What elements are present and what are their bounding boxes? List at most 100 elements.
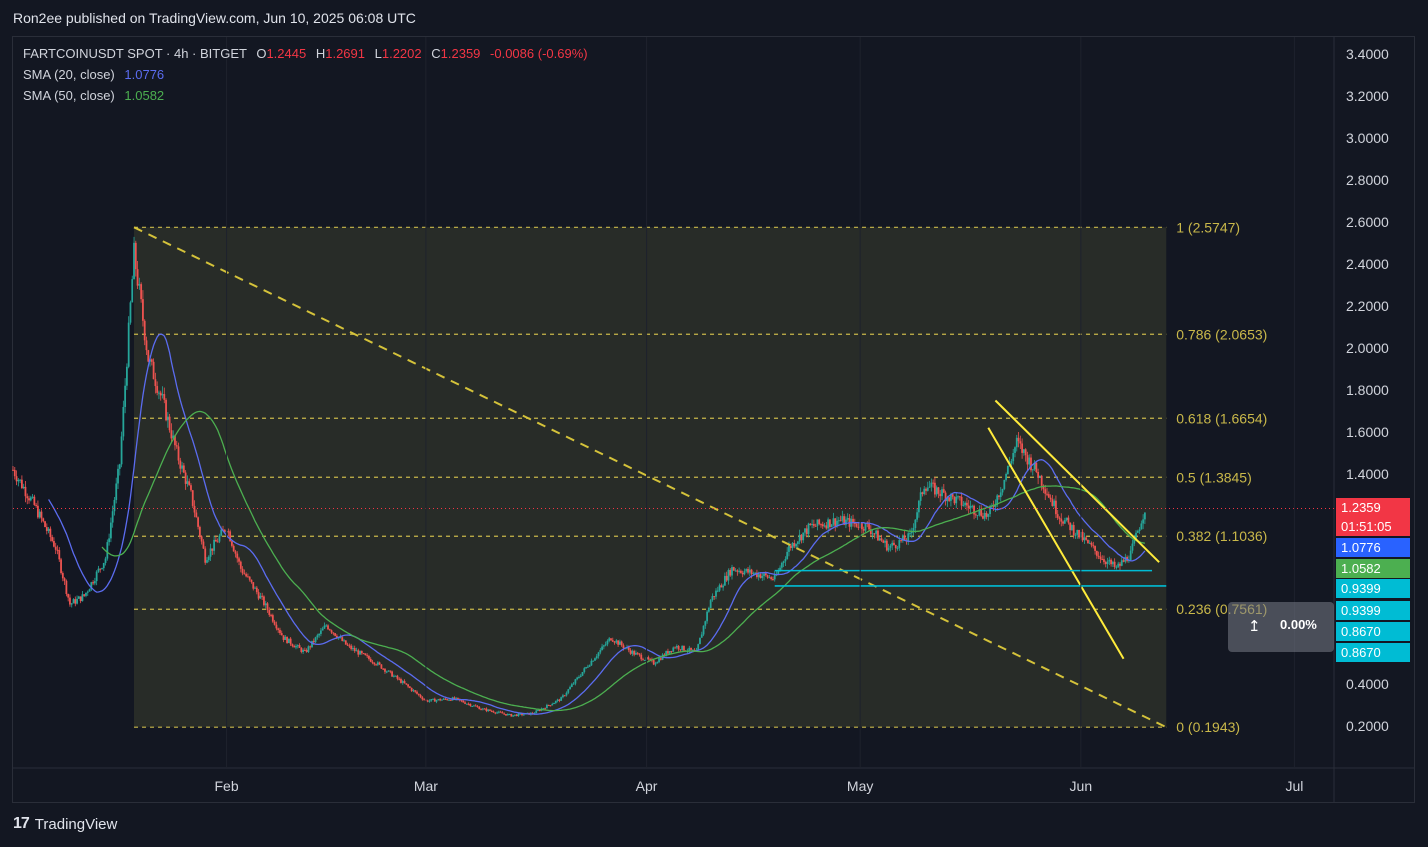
candle-body: [1047, 494, 1050, 498]
candle-body: [63, 578, 66, 581]
candle-body: [464, 702, 466, 704]
candle-body: [416, 691, 418, 694]
candle-body: [69, 597, 71, 605]
candle-body: [129, 302, 132, 323]
candle-body: [29, 497, 32, 501]
candle-body: [33, 496, 36, 505]
candle-body: [916, 512, 919, 520]
y-tick-label: 3.2000: [1346, 88, 1389, 104]
candle-body: [432, 698, 434, 700]
fib-level-label-0.5: 0.5 (1.3845): [1176, 469, 1252, 485]
candle-body: [554, 700, 557, 703]
candle-body: [928, 486, 931, 488]
candle-body: [798, 534, 801, 542]
candle-body: [428, 700, 431, 702]
y-tick-label: 1.4000: [1346, 466, 1389, 482]
candle-body: [638, 653, 641, 655]
y-tick-label: 2.0000: [1346, 340, 1389, 356]
candle-body: [597, 652, 600, 657]
candle-body: [359, 651, 361, 655]
candle-body: [489, 709, 491, 711]
candle-body: [296, 645, 299, 647]
tradingview-logo[interactable]: 17 TradingView: [13, 815, 117, 833]
candle-body: [268, 610, 271, 615]
candle-body: [412, 690, 415, 692]
candle-body: [633, 650, 636, 655]
candle-body: [583, 668, 586, 673]
candle-body: [743, 571, 746, 575]
candle-body: [181, 465, 183, 469]
candle-body: [941, 489, 943, 497]
candle-body: [481, 708, 484, 710]
price-chart[interactable]: 1 (2.5747) 0.786 (2.0653) 0.618 (1.6654) 0.…: [0, 0, 1428, 847]
candle-body: [150, 359, 153, 362]
candle-body: [184, 472, 187, 484]
candle-body: [142, 299, 144, 321]
legend-sma50[interactable]: SMA (50, close) 1.0582: [23, 88, 164, 103]
candle-body: [42, 518, 45, 522]
candle-body: [1095, 550, 1098, 556]
candle-body: [987, 514, 990, 517]
candle-body: [683, 645, 685, 651]
candle-body: [12, 469, 14, 471]
candle-body: [334, 633, 337, 636]
candle-body: [332, 632, 335, 634]
candle-body: [1055, 500, 1057, 515]
candle-body: [145, 340, 148, 351]
y-tick-label: 1.8000: [1346, 382, 1389, 398]
candle-body: [444, 698, 447, 700]
candle-body: [1015, 437, 1018, 448]
candle-body: [884, 540, 886, 543]
candle-body: [158, 392, 160, 394]
candle-body: [325, 625, 328, 627]
candle-body: [740, 570, 742, 573]
candle-body: [538, 710, 541, 712]
candle-body: [147, 350, 150, 362]
candle-body: [206, 560, 208, 563]
candle-body: [405, 683, 408, 685]
fib-level-label-0: 0 (0.1943): [1176, 719, 1240, 735]
candle-body: [231, 541, 233, 546]
candle-body: [92, 582, 94, 584]
candle-body: [706, 611, 708, 622]
candle-body: [549, 705, 552, 707]
candle-body: [998, 495, 1000, 497]
candle-body: [275, 624, 278, 629]
candle-body: [311, 640, 313, 648]
legend-sma20[interactable]: SMA (20, close) 1.0776: [23, 67, 164, 82]
candle-body: [407, 684, 409, 687]
candle-body: [643, 660, 646, 662]
candle-body: [887, 547, 890, 551]
candle-body: [1021, 443, 1024, 453]
candle-body: [435, 700, 438, 702]
candle-body: [672, 647, 675, 652]
candle-body: [763, 573, 765, 577]
symbol-label[interactable]: FARTCOINUSDT SPOT · 4h · BITGET: [23, 46, 247, 61]
candle-body: [894, 545, 897, 549]
candle-body: [448, 699, 450, 701]
candle-body: [67, 593, 70, 598]
candle-body: [501, 712, 504, 714]
candle-body: [214, 539, 217, 542]
candle-body: [496, 712, 498, 714]
candle-body: [385, 671, 388, 673]
sma20-label: SMA (20, close): [23, 67, 115, 82]
candle-body: [17, 479, 20, 482]
candle-body: [1071, 525, 1073, 531]
candle-body: [1113, 561, 1116, 567]
price-tag-label: 1.0776: [1341, 540, 1381, 555]
candle-body: [241, 568, 244, 574]
candle-body: [1024, 449, 1027, 456]
candle-body: [1111, 561, 1114, 565]
candle-body: [505, 714, 507, 716]
candle-body: [958, 496, 961, 498]
candle-body: [567, 689, 570, 693]
candle-body: [1104, 561, 1107, 565]
candle-body: [907, 533, 910, 542]
candle-body: [768, 577, 771, 579]
candle-body: [460, 700, 463, 702]
candle-body: [298, 645, 301, 648]
candle-body: [885, 540, 888, 551]
candle-body: [355, 650, 358, 652]
price-tag: 0.9399: [1336, 601, 1410, 620]
